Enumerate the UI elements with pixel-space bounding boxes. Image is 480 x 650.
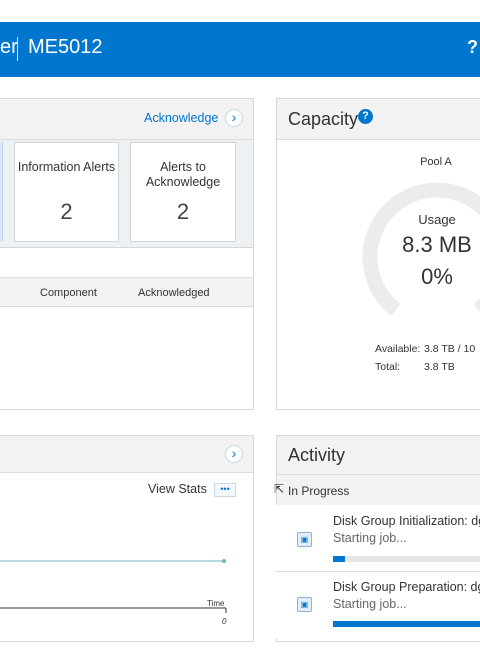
progress-fill <box>333 556 345 562</box>
top-bar: er ME5012 ? <box>0 22 480 77</box>
app-title: er <box>0 36 18 58</box>
time-axis-zero: 0 <box>222 617 227 626</box>
progress-bar <box>333 621 480 627</box>
progress-bar <box>333 556 480 562</box>
data-point <box>222 559 226 563</box>
column-header-acknowledged[interactable]: Acknowledged <box>138 287 210 299</box>
pool-name: Pool A <box>420 156 452 168</box>
activity-item-status: Starting job... <box>333 597 407 611</box>
information-alerts-label: Information Alerts <box>17 160 116 174</box>
alerts-to-acknowledge-count: 2 <box>176 199 190 224</box>
alerts-to-acknowledge-label: Alerts to Acknowledge <box>145 160 221 189</box>
activity-item-title: Disk Group Initialization: dg <box>333 514 480 528</box>
activity-item-title: Disk Group Preparation: dgA <box>333 580 480 594</box>
activity-panel-header: Activity <box>277 436 480 475</box>
available-label: Available: <box>375 343 421 355</box>
capacity-help-icon[interactable]: ? <box>358 109 373 124</box>
alerts-panel-header: Acknowledge › <box>0 99 253 140</box>
title-divider <box>17 37 18 61</box>
alerts-subheader <box>0 248 253 278</box>
usage-percent: 0% <box>421 264 453 289</box>
view-stats-link[interactable]: View Stats <box>148 482 207 496</box>
capacity-panel-header: Capacity ? <box>277 99 480 140</box>
performance-chevron-right-icon[interactable]: › <box>225 445 243 463</box>
system-model: ME5012 <box>28 36 103 58</box>
job-icon: ▣ <box>297 532 312 547</box>
alerts-table-header <box>0 278 253 307</box>
information-alerts-count: 2 <box>60 199 73 224</box>
time-axis-label: Time <box>207 599 225 608</box>
mouse-cursor-icon: ⇱ <box>274 482 285 496</box>
acknowledge-link[interactable]: Acknowledge <box>144 111 218 125</box>
total-label: Total: <box>375 361 401 373</box>
available-value: 3.8 TB / 10 <box>424 343 476 355</box>
performance-chart <box>0 559 227 613</box>
activity-title: Activity <box>288 445 346 465</box>
usage-label: Usage <box>418 212 456 227</box>
information-alerts-card[interactable]: Information Alerts 2 <box>14 142 119 242</box>
total-value: 3.8 TB <box>424 361 455 373</box>
alerts-chevron-right-icon[interactable]: › <box>225 109 243 127</box>
performance-panel-header: › <box>0 436 253 473</box>
activity-item[interactable]: ▣ Disk Group Initialization: dg Starting… <box>276 505 480 572</box>
progress-fill <box>333 621 480 627</box>
alerts-to-acknowledge-card[interactable]: Alerts to Acknowledge 2 <box>130 142 236 242</box>
more-options-button[interactable]: ••• <box>214 483 236 497</box>
capacity-title: Capacity <box>288 109 359 129</box>
usage-value: 8.3 MB <box>402 232 472 257</box>
in-progress-label[interactable]: In Progress <box>288 484 349 498</box>
column-header-component[interactable]: Component <box>40 287 97 299</box>
job-icon: ▣ <box>297 597 312 612</box>
activity-item-status: Starting job... <box>333 531 407 545</box>
selected-card-edge <box>0 142 3 241</box>
help-icon[interactable]: ? <box>467 37 478 58</box>
activity-item[interactable]: ▣ Disk Group Preparation: dgA Starting j… <box>276 572 480 638</box>
